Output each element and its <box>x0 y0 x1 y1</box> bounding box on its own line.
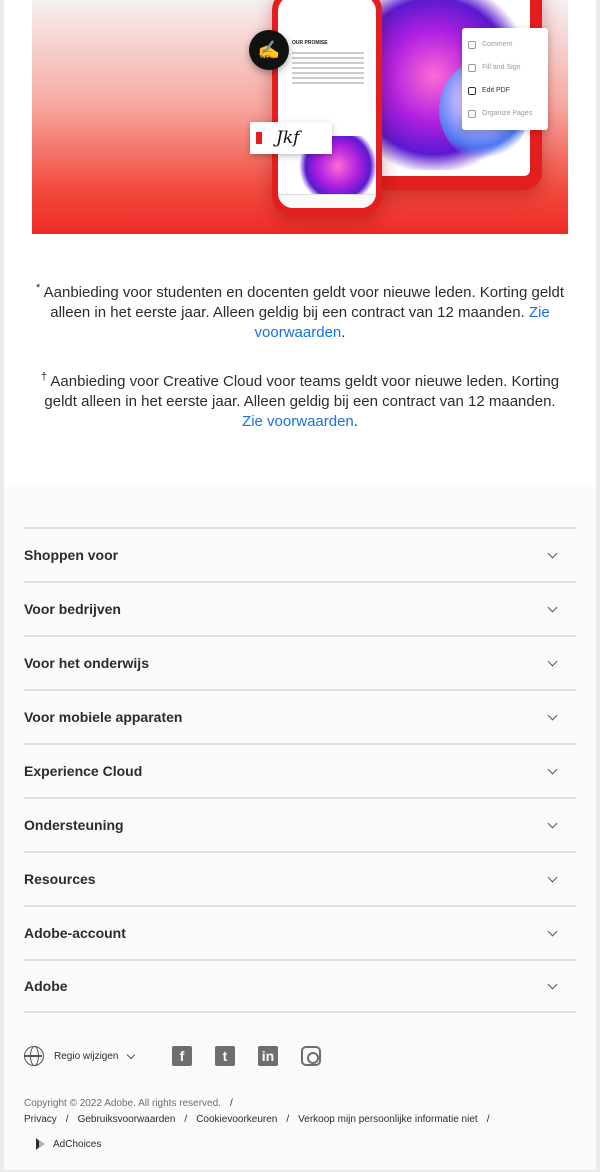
footer-section-resources[interactable]: Resources <box>24 851 576 905</box>
footer-section-experience-cloud[interactable]: Experience Cloud <box>24 743 576 797</box>
teams-footnote-text: Aanbieding voor Creative Cloud voor team… <box>44 373 560 410</box>
asterisk-marker: * <box>36 282 41 294</box>
chevron-down-icon <box>547 979 558 989</box>
fill-sign-tool: Fill and Sign <box>468 59 542 76</box>
chevron-down-icon <box>547 710 558 720</box>
chevron-down-icon <box>127 1050 136 1059</box>
organize-pages-icon <box>468 109 476 118</box>
students-footnote-text: Aanbieding voor studenten en docenten ge… <box>43 284 565 321</box>
students-footnote: * Aanbieding voor studenten en docenten … <box>36 282 565 341</box>
footer-section-bedrijven[interactable]: Voor bedrijven <box>24 581 576 635</box>
privacy-link[interactable]: Privacy <box>24 1114 57 1125</box>
footer-section-shoppen[interactable]: Shoppen voor <box>24 527 576 581</box>
organize-pages-tool: Organize Pages <box>468 105 542 122</box>
hero-image: OUR PROMISE ✍ Jkf Comment Fill and Sign … <box>32 0 568 234</box>
twitter-icon[interactable]: t <box>215 1046 235 1066</box>
footer-section-mobiel[interactable]: Voor mobiele apparaten <box>24 689 576 743</box>
chevron-down-icon <box>547 602 558 612</box>
chevron-down-icon <box>547 872 558 882</box>
region-label: Regio wijzigen <box>54 1050 119 1062</box>
facebook-icon[interactable]: f <box>172 1046 192 1066</box>
chevron-down-icon <box>547 764 558 774</box>
chevron-down-icon <box>547 548 558 558</box>
copyright-text: Copyright © 2022 Adobe. All rights reser… <box>24 1098 221 1109</box>
legal-links: Privacy / Gebruiksvoorwaarden / Cookievo… <box>24 1114 490 1125</box>
dagger-marker: † <box>40 371 48 383</box>
footer-section-adobe[interactable]: Adobe <box>24 959 576 1013</box>
edit-pencil-icon <box>468 86 476 95</box>
adchoices-label: AdChoices <box>53 1138 102 1150</box>
do-not-sell-link[interactable]: Verkoop mijn persoonlijke informatie nie… <box>298 1114 478 1125</box>
chevron-down-icon <box>547 818 558 828</box>
chevron-down-icon <box>547 656 558 666</box>
adchoices-link[interactable]: AdChoices <box>36 1138 101 1150</box>
cookie-preferences-link[interactable]: Cookievoorkeuren <box>196 1114 277 1125</box>
adchoices-icon <box>36 1138 48 1150</box>
teams-terms-link[interactable]: Zie voorwaarden <box>242 413 354 430</box>
tools-panel: Comment Fill and Sign Edit PDF Organize … <box>462 28 548 130</box>
globe-icon <box>24 1046 44 1066</box>
instagram-icon[interactable] <box>301 1046 321 1066</box>
phone-illustration: OUR PROMISE <box>272 0 382 215</box>
chevron-down-icon <box>547 926 558 936</box>
signature-card: Jkf <box>250 122 332 154</box>
sign-pen-icon: ✍ <box>249 30 289 70</box>
comment-icon <box>468 40 476 49</box>
linkedin-icon[interactable]: in <box>258 1046 278 1066</box>
footer-section-account[interactable]: Adobe-account <box>24 905 576 959</box>
footer-accordion: Shoppen voor Voor bedrijven Voor het ond… <box>24 527 576 1013</box>
comment-tool: Comment <box>468 36 542 53</box>
region-selector[interactable]: Regio wijzigen <box>24 1046 136 1066</box>
terms-of-use-link[interactable]: Gebruiksvoorwaarden <box>78 1114 176 1125</box>
fill-sign-icon <box>468 63 476 72</box>
footer-section-ondersteuning[interactable]: Ondersteuning <box>24 797 576 851</box>
footer-section-onderwijs[interactable]: Voor het onderwijs <box>24 635 576 689</box>
copyright-line: Copyright © 2022 Adobe. All rights reser… <box>24 1098 233 1109</box>
edit-pdf-tool: Edit PDF <box>468 82 542 99</box>
phone-heading: OUR PROMISE <box>292 40 328 46</box>
teams-footnote: † Aanbieding voor Creative Cloud voor te… <box>40 371 560 430</box>
